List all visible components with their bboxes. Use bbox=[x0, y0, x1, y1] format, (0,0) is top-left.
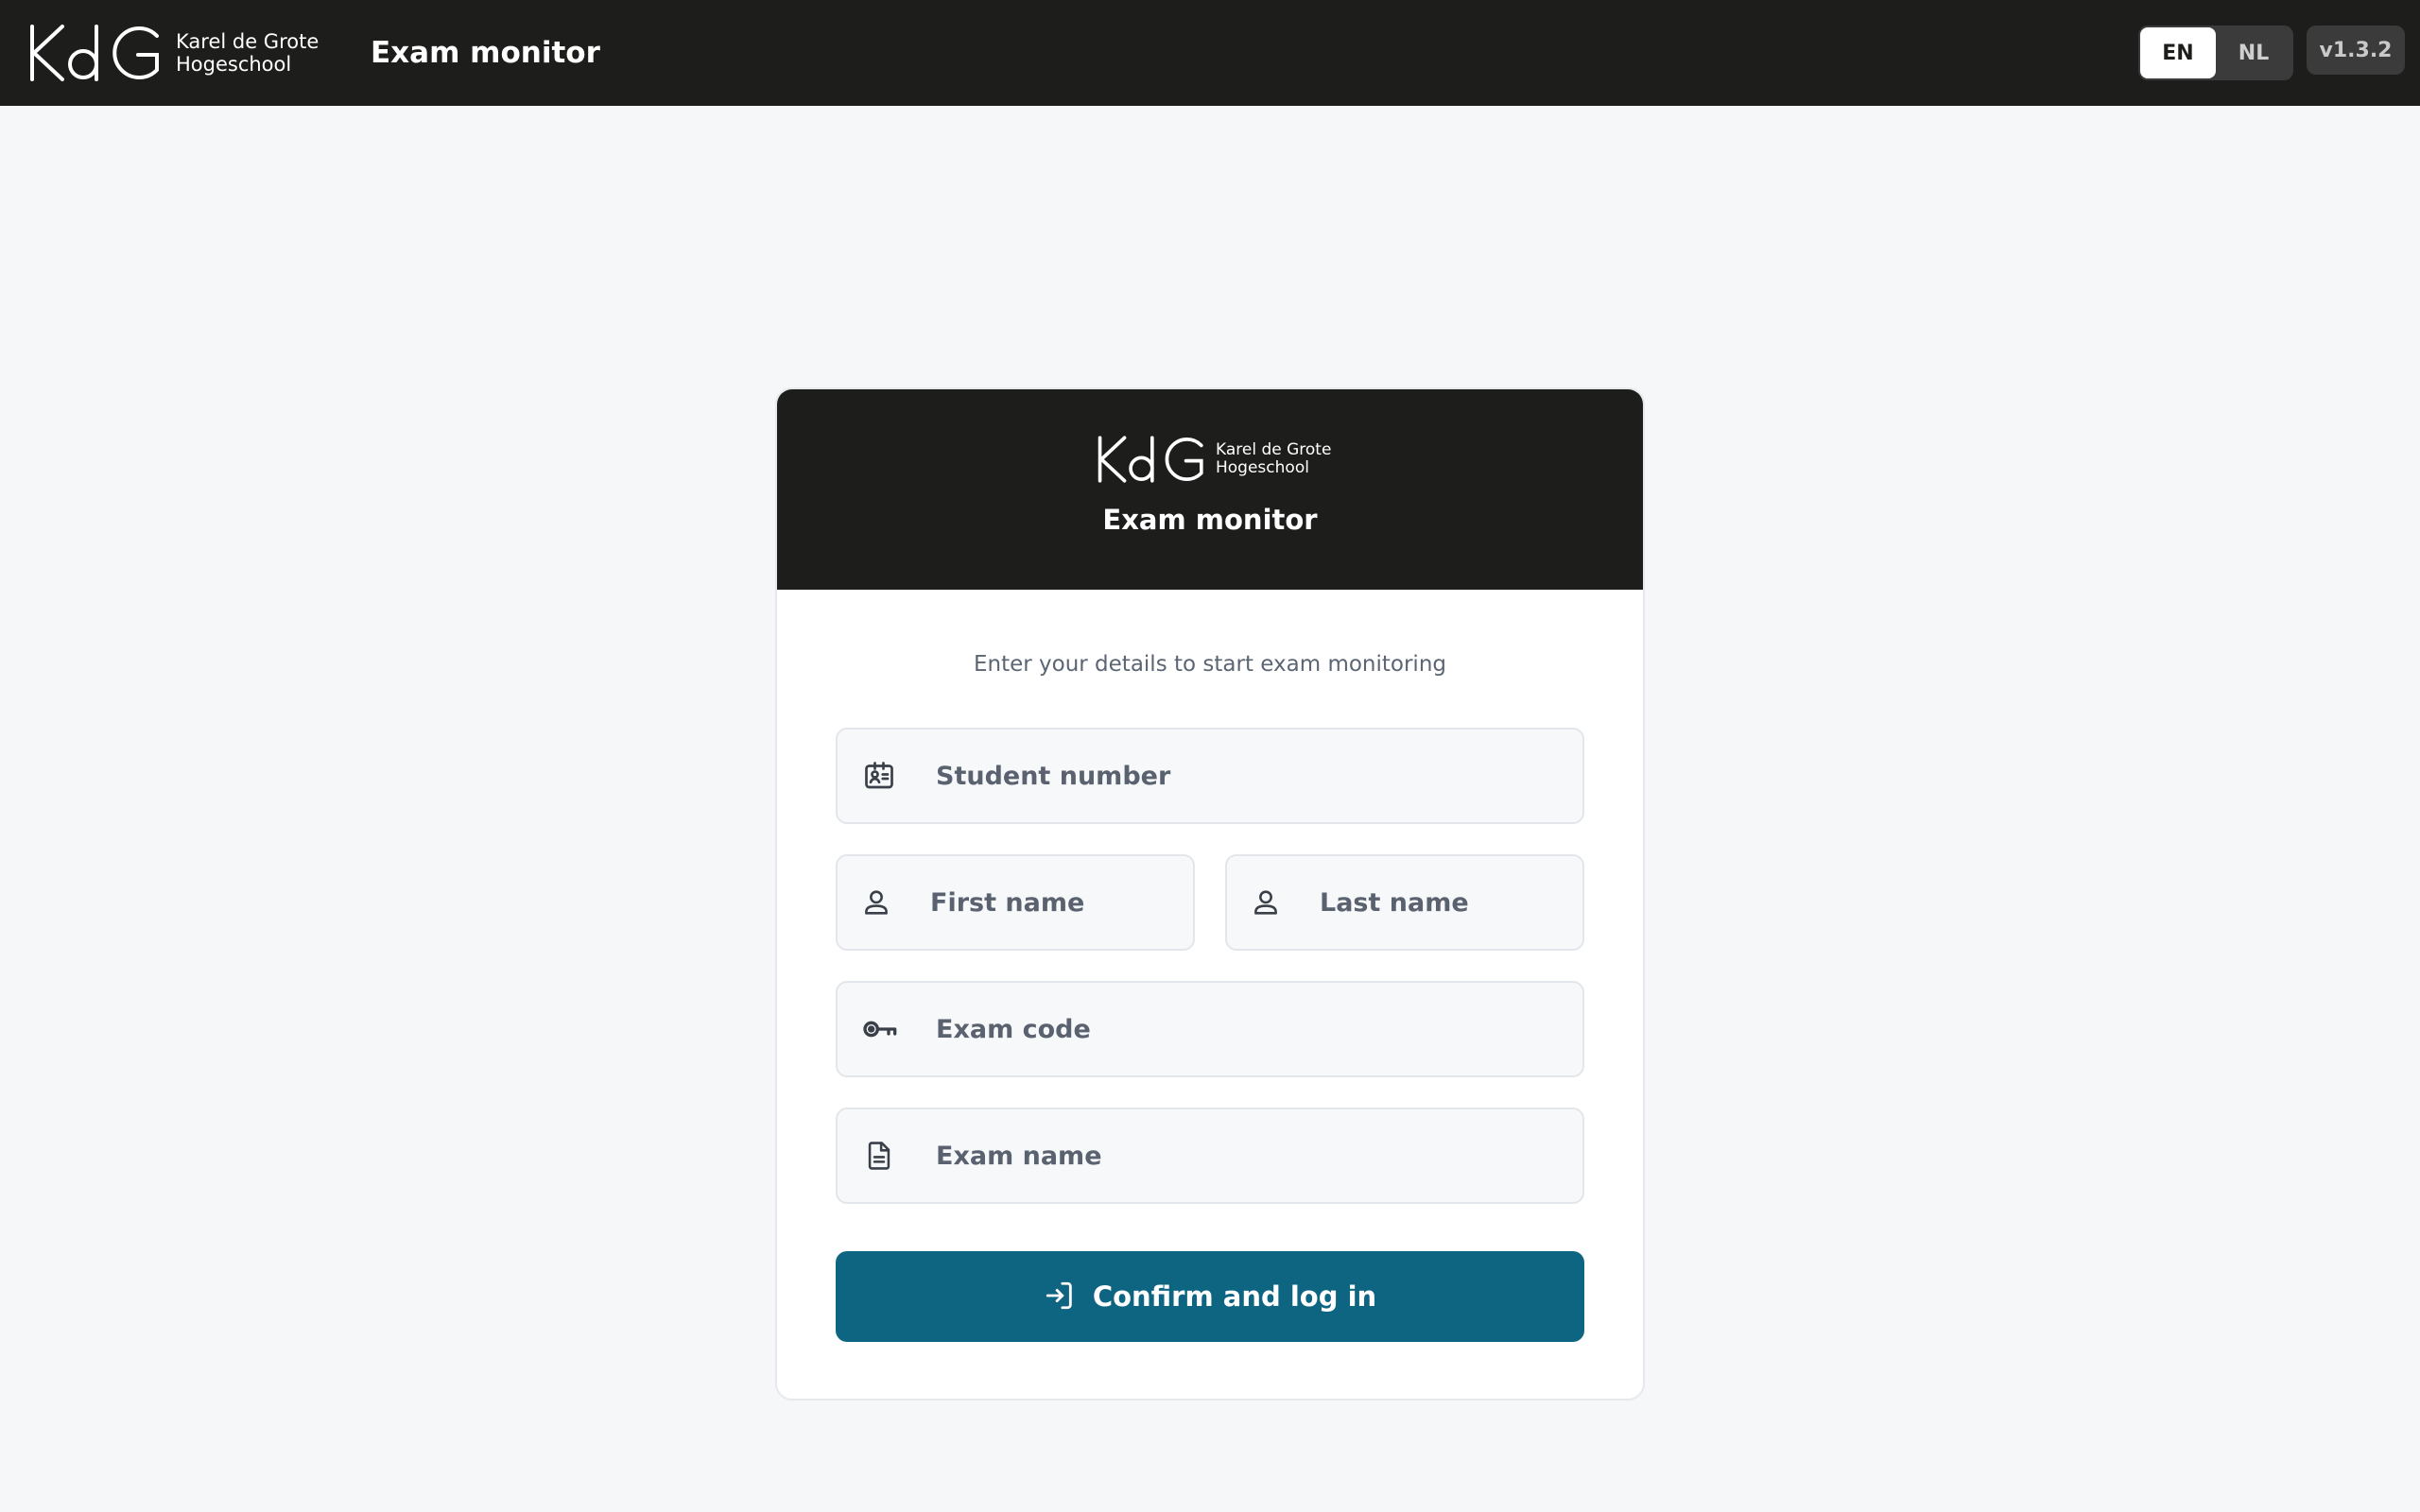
brand-name: Karel de Grote Hogeschool bbox=[176, 30, 319, 76]
login-card: Karel de Grote Hogeschool Exam monitor E… bbox=[775, 387, 1645, 1400]
language-en-button[interactable]: EN bbox=[2140, 27, 2216, 78]
student-number-input[interactable] bbox=[936, 747, 1582, 804]
id-card-icon bbox=[860, 757, 898, 795]
card-subtitle: Enter your details to start exam monitor… bbox=[973, 652, 1446, 677]
brand-line-1: Karel de Grote bbox=[176, 30, 320, 53]
card-brand-line-2: Hogeschool bbox=[1216, 458, 1309, 477]
card-kdg-logo-mark bbox=[1098, 436, 1203, 483]
first-name-field[interactable] bbox=[836, 854, 1253, 951]
language-nl-button[interactable]: NL bbox=[2216, 27, 2291, 78]
key-icon bbox=[860, 1010, 898, 1048]
last-name-field[interactable] bbox=[1225, 854, 1643, 951]
confirm-login-label: Confirm and log in bbox=[1092, 1280, 1377, 1313]
user-icon bbox=[860, 884, 892, 921]
card-header: Karel de Grote Hogeschool Exam monitor bbox=[777, 389, 1643, 590]
exam-name-input[interactable] bbox=[936, 1127, 1582, 1184]
student-number-field[interactable] bbox=[836, 728, 1584, 824]
exam-name-field[interactable] bbox=[836, 1108, 1584, 1204]
card-brand-line-1: Karel de Grote bbox=[1216, 440, 1332, 459]
document-icon bbox=[860, 1137, 898, 1175]
card-brand-name: Karel de Grote Hogeschool bbox=[1216, 441, 1331, 477]
version-badge: v1.3.2 bbox=[2307, 26, 2405, 75]
exam-code-field[interactable] bbox=[836, 981, 1584, 1077]
card-title: Exam monitor bbox=[1102, 504, 1318, 536]
last-name-input[interactable] bbox=[1320, 874, 1643, 931]
user-icon bbox=[1250, 884, 1282, 921]
kdg-logo: Karel de Grote Hogeschool bbox=[28, 19, 319, 87]
exam-code-input[interactable] bbox=[936, 1001, 1582, 1057]
app-title: Exam monitor bbox=[371, 36, 600, 70]
first-name-input[interactable] bbox=[930, 874, 1253, 931]
confirm-login-button[interactable]: Confirm and log in bbox=[836, 1251, 1584, 1342]
login-icon bbox=[1044, 1280, 1076, 1314]
kdg-logo-mark bbox=[30, 25, 159, 81]
brand-line-2: Hogeschool bbox=[176, 53, 292, 76]
top-bar: Karel de Grote Hogeschool Exam monitor E… bbox=[0, 0, 2420, 106]
language-switcher: EN NL bbox=[2138, 26, 2293, 80]
card-kdg-logo: Karel de Grote Hogeschool bbox=[1097, 431, 1331, 488]
